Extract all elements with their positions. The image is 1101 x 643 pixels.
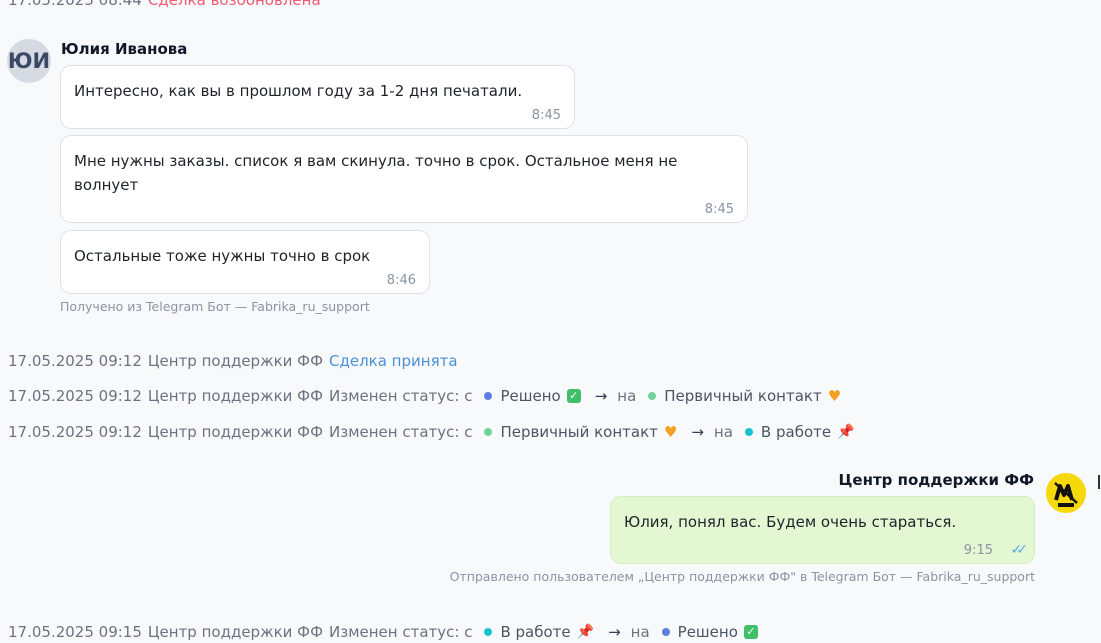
heart-icon: ♥ — [827, 387, 842, 405]
status-dot — [744, 428, 753, 436]
status-to: В работе — [760, 423, 832, 441]
event-status-change: 17.05.2025 09:12 Центр поддержки ФФ Изме… — [8, 385, 847, 407]
arrow-icon: → — [594, 387, 608, 405]
event-actor: Центр поддержки ФФ — [147, 623, 323, 641]
event-text: Изменен статус: с — [329, 387, 473, 405]
event-actor: Центр поддержки ФФ — [147, 423, 323, 441]
event-action-link[interactable]: Сделка возобновлена — [148, 0, 321, 9]
event-to-word: на — [617, 387, 637, 405]
message-bubble[interactable]: Остальные тоже нужны точно в срок 8:46 — [60, 230, 430, 294]
event-actor: Центр поддержки ФФ — [147, 387, 323, 405]
event-date: 17.05.2025 09:12 — [8, 423, 142, 441]
message-bubble[interactable]: Мне нужны заказы. список я вам скинула. … — [60, 135, 748, 223]
message-time: 8:46 — [386, 273, 416, 288]
event-text: Изменен статус: с — [329, 423, 473, 441]
message-time: 8:45 — [531, 108, 561, 123]
sender-name[interactable]: Юлия Иванова — [61, 40, 187, 58]
event-status-change: 17.05.2025 09:12 Центр поддержки ФФ Изме… — [8, 421, 861, 443]
event-text: Изменен статус: с — [329, 623, 473, 641]
status-to: Первичный контакт — [664, 387, 822, 405]
avatar[interactable]: ЮИ — [7, 39, 51, 83]
company-logo-icon — [1046, 473, 1086, 513]
avatar[interactable] — [1046, 473, 1086, 513]
status-dot — [484, 428, 493, 436]
event-date: 17.05.2025 09:12 — [8, 352, 142, 370]
arrow-icon: → — [608, 623, 621, 641]
arrow-icon: → — [691, 423, 704, 441]
status-from: В работе — [500, 623, 571, 641]
message-time: 8:45 — [704, 202, 734, 217]
status-to: Решено — [677, 623, 738, 641]
event-status-change: 17.05.2025 09:15 Центр поддержки ФФ Изме… — [8, 621, 764, 643]
status-dot — [648, 392, 657, 400]
event-action-link[interactable]: Сделка принята — [329, 352, 458, 370]
event-date: 17.05.2025 08:44 — [8, 0, 142, 9]
heart-icon: ♥ — [663, 423, 678, 441]
message-text: Мне нужны заказы. список я вам скинула. … — [74, 152, 678, 194]
pin-icon: 📌 — [837, 424, 855, 440]
message-source: Отправлено пользователем „Центр поддержк… — [449, 569, 1035, 584]
event-to-word: на — [713, 423, 733, 441]
status-dot — [661, 628, 670, 636]
status-from: Первичный контакт — [500, 423, 658, 441]
check-icon: ✓ — [566, 389, 581, 403]
event-to-word: на — [630, 623, 650, 641]
message-text: Остальные тоже нужны точно в срок — [74, 247, 371, 265]
message-bubble-outgoing[interactable]: Юлия, понял вас. Будем очень стараться. … — [610, 496, 1035, 564]
sender-name[interactable]: Центр поддержки ФФ — [838, 471, 1034, 489]
event-date: 17.05.2025 09:15 — [8, 623, 142, 641]
message-source: Получено из Telegram Бот — Fabrika_ru_su… — [60, 299, 370, 314]
scrollbar-edge — [1098, 475, 1100, 489]
event-deal-reopened: 17.05.2025 08:44 Сделка возобновлена — [8, 0, 321, 11]
event-actor: Центр поддержки ФФ — [147, 352, 323, 370]
status-dot — [484, 628, 493, 636]
read-receipt-icon: ✓✓ — [1010, 542, 1029, 558]
event-date: 17.05.2025 09:12 — [8, 387, 142, 405]
message-time: 9:15 — [963, 543, 993, 558]
check-icon: ✓ — [743, 625, 758, 639]
message-bubble[interactable]: Интересно, как вы в прошлом году за 1-2 … — [60, 65, 575, 129]
event-deal-accepted: 17.05.2025 09:12 Центр поддержки ФФ Сдел… — [8, 350, 458, 372]
message-text: Интересно, как вы в прошлом году за 1-2 … — [74, 82, 523, 100]
message-text: Юлия, понял вас. Будем очень стараться. — [624, 513, 957, 531]
status-dot — [484, 392, 493, 400]
status-from: Решено — [500, 387, 561, 405]
